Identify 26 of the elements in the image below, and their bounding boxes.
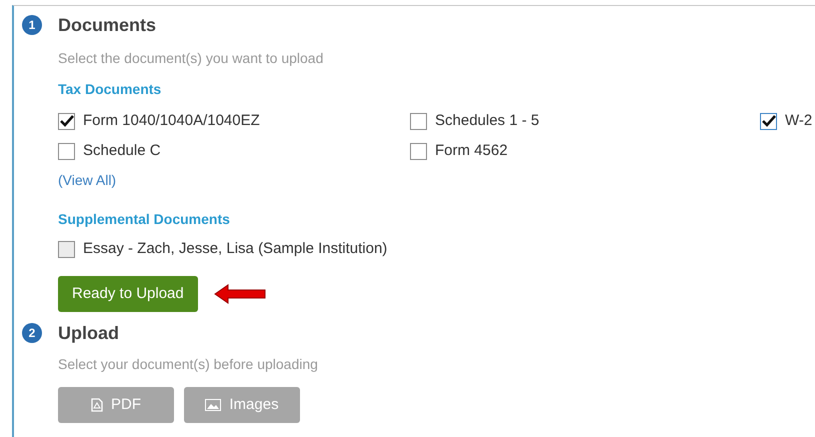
checkbox[interactable] [410, 142, 427, 160]
checkbox[interactable] [58, 142, 75, 160]
view-all-link[interactable]: (View All) [58, 170, 815, 191]
checkbox-label: Essay - Zach, Jesse, Lisa (Sample Institution) [83, 238, 388, 259]
checkbox[interactable] [760, 112, 777, 130]
ready-to-upload-button[interactable]: Ready to Upload [58, 276, 198, 312]
checkmark-icon [762, 115, 776, 127]
section-heading: Tax Documents [58, 80, 162, 99]
checkbox-label: W-2 [785, 110, 812, 131]
step-subtitle: Select your document(s) before uploading [58, 355, 319, 374]
checkbox[interactable] [58, 112, 75, 130]
step-number-badge: 2 [22, 323, 42, 343]
step-number-badge: 1 [22, 15, 42, 35]
checkmark-icon [60, 115, 74, 127]
step-title: Documents [58, 14, 156, 36]
image-icon [205, 399, 222, 411]
checkbox-label: Schedules 1 - 5 [435, 110, 540, 131]
checkbox-label: Form 1040/1040A/1040EZ [83, 110, 260, 131]
document-icon [91, 398, 103, 412]
section-heading: Supplemental Documents [58, 210, 231, 229]
checkbox[interactable] [410, 112, 427, 130]
step-title: Upload [58, 322, 119, 345]
checkbox-label: Schedule C [83, 140, 161, 161]
checkbox-label: Form 4562 [435, 140, 508, 161]
arrow-icon [214, 284, 266, 304]
step-subtitle: Select the document(s) you want to upload [58, 49, 324, 68]
